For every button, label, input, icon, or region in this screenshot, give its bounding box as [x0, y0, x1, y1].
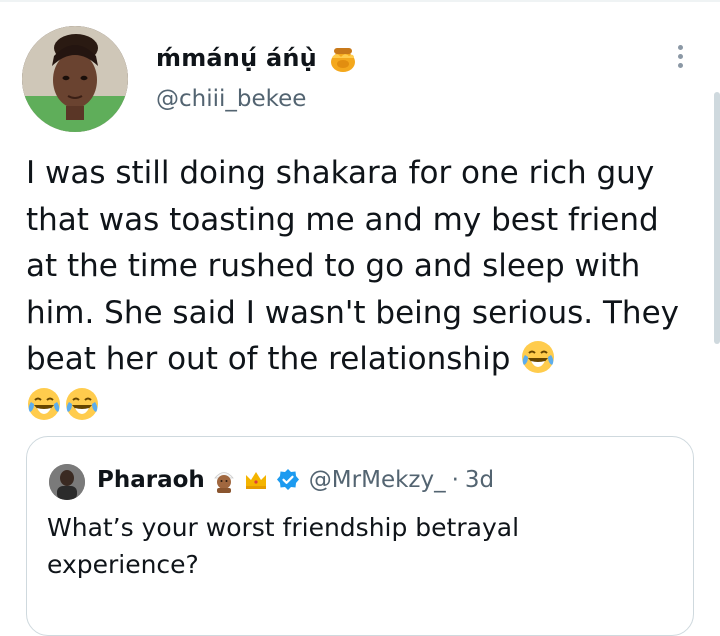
quoted-tweet-text: What’s your worst friendship betrayal ex…: [47, 513, 520, 579]
face-with-tears-of-joy-icon: [64, 386, 100, 422]
honey-pot-icon: [327, 42, 359, 74]
scrollbar[interactable]: [714, 92, 720, 344]
quoted-author-name[interactable]: Pharaoh: [97, 467, 205, 493]
quoted-timestamp[interactable]: 3d: [465, 467, 494, 493]
quoted-header: Pharaoh @MrMekzy_ · 3d: [97, 467, 494, 493]
avatar[interactable]: [22, 26, 128, 132]
more-options-icon[interactable]: [671, 42, 689, 78]
author-handle[interactable]: @chiii_bekee: [156, 86, 306, 112]
quoted-avatar[interactable]: [49, 464, 85, 500]
face-with-tears-of-joy-icon: [520, 339, 556, 375]
tweet-body: I was still doing shakara for one rich g…: [26, 155, 689, 377]
quoted-tweet-card[interactable]: Pharaoh @MrMekzy_ · 3d What’s your worst…: [26, 436, 694, 636]
author-name[interactable]: ḿmánụ́ áńụ̀: [156, 44, 317, 72]
quoted-separator: ·: [451, 467, 459, 493]
man-with-turban-icon: [211, 467, 237, 493]
crown-icon: [243, 467, 269, 493]
verified-badge-icon: [275, 467, 301, 493]
tweet-text: I was still doing shakara for one rich g…: [26, 150, 694, 429]
quoted-author-handle[interactable]: @MrMekzy_: [309, 467, 446, 493]
face-with-tears-of-joy-icon: [26, 386, 62, 422]
top-divider: [0, 0, 720, 2]
author-name-row[interactable]: ḿmánụ́ áńụ̀: [156, 42, 359, 74]
